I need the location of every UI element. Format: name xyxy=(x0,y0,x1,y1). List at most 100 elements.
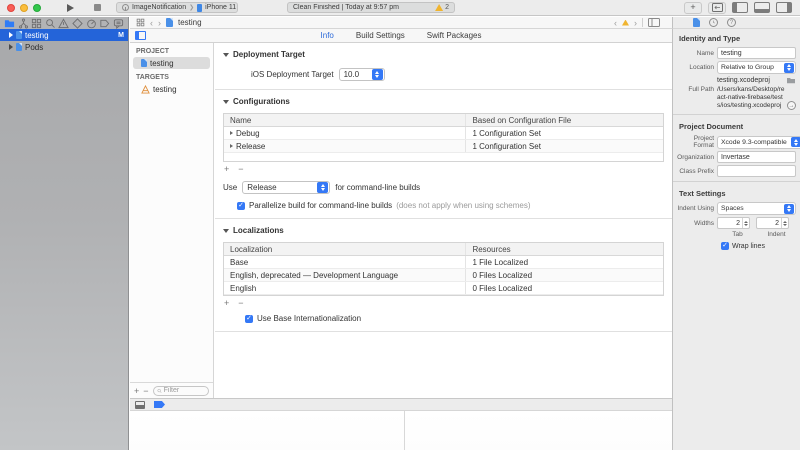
file-inspector-icon[interactable] xyxy=(693,18,700,27)
minimize-window-button[interactable] xyxy=(20,4,28,12)
stepper-chevrons-icon[interactable] xyxy=(742,218,749,228)
section-collapse-icon[interactable] xyxy=(223,229,229,233)
location-popup[interactable]: Relative to Group xyxy=(717,61,796,74)
jump-bar: ‹ › testing ‹ › xyxy=(130,17,672,29)
warning-indicator[interactable]: 2 xyxy=(435,4,449,11)
debug-navigator-icon[interactable] xyxy=(86,18,97,29)
disclosure-triangle-icon[interactable] xyxy=(9,44,13,50)
hide-debug-area-icon[interactable] xyxy=(135,401,145,409)
debug-area-divider[interactable] xyxy=(404,411,405,450)
project-navigator-icon[interactable] xyxy=(4,18,15,29)
history-inspector-icon[interactable] xyxy=(709,18,718,27)
use-label: Use xyxy=(223,183,237,192)
library-button[interactable]: + xyxy=(684,2,702,14)
configurations-table: Name Based on Configuration File Debug 1… xyxy=(223,113,664,162)
section-localizations[interactable]: Localizations xyxy=(215,219,672,237)
target-item-testing[interactable]: testing xyxy=(133,83,210,95)
disclosure-triangle-icon[interactable] xyxy=(230,131,233,135)
toggle-inspector-button[interactable] xyxy=(776,2,792,13)
filter-field[interactable] xyxy=(153,386,209,396)
navigator-item-testing[interactable]: testing M xyxy=(0,29,128,41)
section-collapse-icon[interactable] xyxy=(223,100,229,104)
scheme-selector[interactable]: ImageNotification ❯ iPhone 11 xyxy=(116,2,238,13)
section-collapse-icon[interactable] xyxy=(223,53,229,57)
project-format-label: Project Format xyxy=(673,135,717,149)
add-configuration-button[interactable]: + xyxy=(224,165,229,173)
add-localization-button[interactable]: + xyxy=(224,299,229,307)
find-navigator-icon[interactable] xyxy=(45,18,56,29)
table-row[interactable]: English 0 Files Localized xyxy=(224,282,663,295)
pane-filter-bar: + − xyxy=(130,382,213,398)
go-back-icon[interactable]: ‹ xyxy=(150,19,153,27)
table-row[interactable]: Release 1 Configuration Set xyxy=(224,140,663,153)
tab-width-stepper[interactable]: 2 xyxy=(717,217,750,229)
open-path-arrow-icon[interactable]: → xyxy=(787,101,796,110)
identity-and-type-header: Identity and Type xyxy=(673,29,800,45)
ios-deployment-target-popup[interactable]: 10.0 xyxy=(339,68,385,81)
inspector-bar: ? xyxy=(672,17,800,29)
remove-configuration-button[interactable]: − xyxy=(238,165,243,173)
quick-help-inspector-icon[interactable]: ? xyxy=(727,18,736,27)
activity-status-bar[interactable]: Clean Finished | Today at 9:57 pm 2 xyxy=(287,2,455,13)
popup-chevrons-icon xyxy=(784,63,794,73)
project-group-header: PROJECT xyxy=(130,43,213,57)
breakpoint-navigator-icon[interactable] xyxy=(99,18,110,29)
navigator-item-pods[interactable]: Pods xyxy=(0,41,128,53)
disclosure-triangle-icon[interactable] xyxy=(230,144,233,148)
next-issue-icon[interactable]: › xyxy=(634,19,637,27)
base-internationalization-checkbox[interactable]: ✓ xyxy=(245,315,253,323)
column-header-localization: Localization xyxy=(224,243,465,255)
project-item-testing[interactable]: testing xyxy=(133,57,210,69)
toggle-targets-list-icon[interactable] xyxy=(135,31,146,40)
tab-info[interactable]: Info xyxy=(321,31,334,40)
command-line-configuration-popup[interactable]: Release xyxy=(242,181,330,194)
container-file-name: testing.xcodeproj xyxy=(717,77,786,84)
remove-localization-button[interactable]: − xyxy=(238,299,243,307)
issue-navigator-icon[interactable] xyxy=(58,18,69,29)
wrap-lines-checkbox[interactable]: ✓ xyxy=(721,242,729,250)
parallelize-checkbox[interactable]: ✓ xyxy=(237,202,245,210)
report-navigator-icon[interactable] xyxy=(113,18,124,29)
jump-bar-divider xyxy=(642,18,643,27)
name-field[interactable]: testing xyxy=(717,47,796,59)
stepper-chevrons-icon[interactable] xyxy=(781,218,788,228)
source-control-navigator-icon[interactable] xyxy=(18,18,29,29)
jump-bar-file-name[interactable]: testing xyxy=(178,18,202,27)
table-row[interactable]: Base 1 File Localized xyxy=(224,256,663,269)
previous-issue-icon[interactable]: ‹ xyxy=(614,19,617,27)
go-forward-icon[interactable]: › xyxy=(158,19,161,27)
add-target-button[interactable]: + xyxy=(134,387,139,395)
symbol-navigator-icon[interactable] xyxy=(31,18,42,29)
test-navigator-icon[interactable] xyxy=(72,18,83,29)
organization-field[interactable]: Invertase xyxy=(717,151,796,163)
breakpoints-toggle-icon[interactable] xyxy=(154,401,165,408)
tab-swift-packages[interactable]: Swift Packages xyxy=(427,31,482,40)
table-row[interactable]: English, deprecated — Development Langua… xyxy=(224,269,663,282)
stop-button[interactable] xyxy=(94,4,101,11)
class-prefix-field[interactable] xyxy=(717,165,796,177)
editor-options-button[interactable] xyxy=(708,2,726,14)
parallelize-label: Parallelize build for command-line build… xyxy=(249,201,392,210)
zoom-window-button[interactable] xyxy=(33,4,41,12)
toggle-debug-area-button[interactable] xyxy=(754,2,770,13)
project-file-icon xyxy=(141,59,147,67)
popup-chevrons-icon xyxy=(784,204,794,214)
indent-width-stepper[interactable]: 2 xyxy=(756,217,789,229)
table-row[interactable]: Debug 1 Configuration Set xyxy=(224,127,663,140)
disclosure-triangle-icon[interactable] xyxy=(9,32,13,38)
filter-input[interactable] xyxy=(164,387,205,394)
reveal-in-finder-folder-icon[interactable] xyxy=(786,76,796,84)
section-configurations[interactable]: Configurations xyxy=(215,90,672,108)
issue-warning-icon[interactable] xyxy=(622,20,629,26)
close-window-button[interactable] xyxy=(7,4,15,12)
remove-target-button[interactable]: − xyxy=(143,387,148,395)
related-items-icon[interactable] xyxy=(136,18,145,27)
table-empty-space xyxy=(224,153,663,161)
project-format-popup[interactable]: Xcode 9.3-compatible xyxy=(717,136,800,149)
indent-using-popup[interactable]: Spaces xyxy=(717,202,796,215)
section-deployment-target[interactable]: Deployment Target xyxy=(215,43,672,61)
run-button[interactable] xyxy=(67,4,74,12)
toggle-navigator-button[interactable] xyxy=(732,2,748,13)
editor-layout-icon[interactable] xyxy=(648,18,660,27)
tab-build-settings[interactable]: Build Settings xyxy=(356,31,405,40)
